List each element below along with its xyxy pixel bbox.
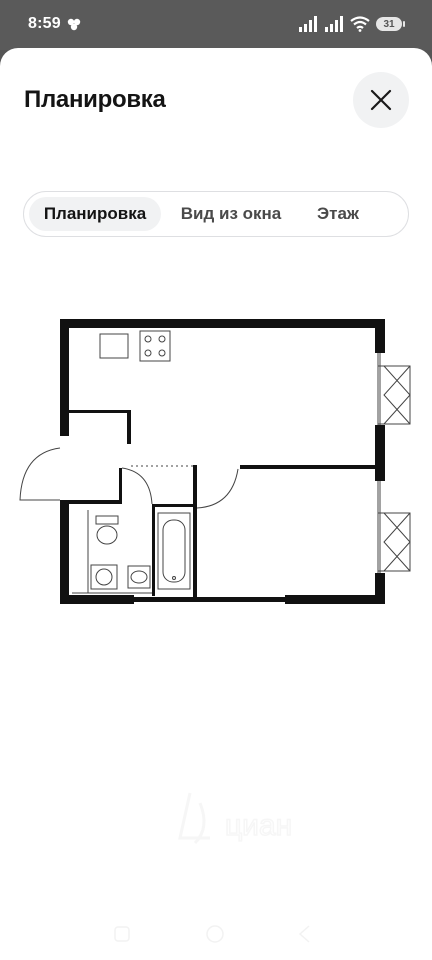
layout-sheet: Планировка Планировка Вид из окна Этаж ц… <box>0 48 432 960</box>
status-time: 8:59 <box>28 15 61 32</box>
svg-text:циан: циан <box>225 809 292 842</box>
system-nav-bar <box>0 910 432 960</box>
tab-window-view[interactable]: Вид из окна <box>170 197 292 231</box>
floor-plan-walls <box>60 319 385 604</box>
tab-layout[interactable]: Планировка <box>29 197 161 231</box>
view-tabs: Планировка Вид из окна Этаж <box>23 191 409 237</box>
signal-icon <box>325 16 343 32</box>
home-button[interactable] <box>203 922 227 946</box>
close-icon <box>370 89 392 111</box>
status-bar: 8:59 31 <box>0 0 432 50</box>
wifi-icon <box>350 16 370 32</box>
signal-icon <box>299 16 317 32</box>
apartment-floor-plan <box>19 319 411 604</box>
cian-watermark: циан <box>178 792 293 845</box>
back-button[interactable] <box>110 922 134 946</box>
app-notification-icon <box>67 18 81 31</box>
close-button[interactable] <box>353 72 409 128</box>
floor-plan-fixtures <box>19 330 411 594</box>
battery-icon: 31 <box>376 17 405 31</box>
sheet-title: Планировка <box>24 86 166 113</box>
recents-button[interactable] <box>293 922 317 946</box>
battery-level: 31 <box>383 18 395 30</box>
tab-floor[interactable]: Этаж <box>302 197 374 231</box>
